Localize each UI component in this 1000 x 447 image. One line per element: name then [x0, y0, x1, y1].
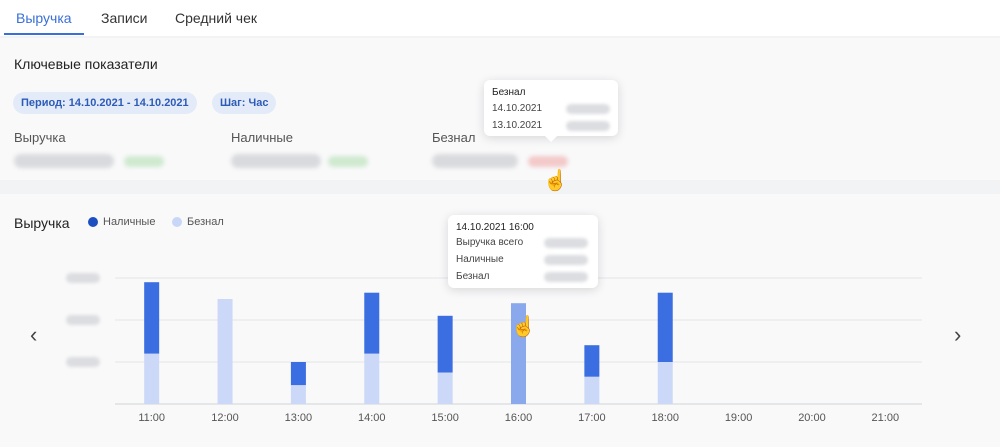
x-tick-label: 12:00 [211, 412, 239, 424]
x-tick-label: 20:00 [798, 412, 826, 424]
chart-tooltip-value-cashless-blurred [544, 272, 588, 282]
bar-cash-17:00 [584, 345, 600, 377]
y-tick-label-blurred [66, 273, 100, 283]
x-tick-label: 17:00 [578, 412, 606, 424]
kpi-revenue-label: Выручка [14, 130, 66, 145]
kpi-cashless-label: Безнал [432, 130, 476, 145]
bar-cash-13:00 [290, 362, 306, 386]
kpi-cash-delta-blurred [328, 156, 368, 167]
kpi-cash-label: Наличные [231, 130, 293, 145]
bar-cash-18:00 [657, 292, 673, 362]
kpi-tooltip-value-2-blurred [566, 121, 610, 131]
kpi-cashless-delta-blurred[interactable] [528, 156, 568, 167]
key-metrics-title: Ключевые показатели [14, 56, 158, 72]
bar-cash-11:00 [144, 282, 160, 354]
bar-cashless-13:00 [290, 385, 306, 404]
x-tick-label: 18:00 [651, 412, 679, 424]
bar-cash-15:00 [437, 315, 453, 373]
kpi-cashless-tooltip: Безнал 14.10.2021 13.10.2021 [484, 80, 618, 142]
x-tick-label: 11:00 [138, 412, 165, 424]
tab-average-check[interactable]: Средний чек [175, 10, 257, 26]
hand-pointer-icon: ☝ [543, 170, 568, 192]
y-tick-label-blurred [66, 357, 100, 367]
x-tick-label: 15:00 [431, 412, 459, 424]
chart-tooltip-value-total-blurred [544, 238, 588, 248]
kpi-tooltip-caret [545, 136, 557, 142]
bar-cashless-15:00 [437, 372, 453, 404]
kpi-tooltip-title: Безнал [492, 87, 526, 98]
kpi-revenue-value-blurred [14, 154, 114, 168]
bar-cashless-18:00 [657, 362, 673, 404]
chart-tooltip-row-total: Выручка всего [456, 237, 524, 248]
chart-hover-tooltip: 14.10.2021 16:00 Выручка всего Наличные … [448, 215, 598, 288]
step-chip[interactable]: Шаг: Час [212, 92, 277, 114]
kpi-cash-value-blurred [231, 154, 321, 168]
bar-cashless-11:00 [144, 353, 160, 404]
tab-bar: Выручка Записи Средний чек [0, 0, 1000, 36]
kpi-tooltip-row-date-2: 13.10.2021 [492, 120, 543, 131]
kpi-revenue-delta-blurred [124, 156, 164, 167]
chart-tooltip-row-cash: Наличные [456, 254, 504, 265]
kpi-tooltip-row-date-1: 14.10.2021 [492, 103, 543, 114]
kpi-tooltip-value-1-blurred [566, 104, 610, 114]
x-tick-label: 14:00 [358, 412, 386, 424]
bar-cashless-12:00 [217, 299, 233, 404]
active-tab-indicator [4, 33, 84, 35]
chart-tooltip-row-cashless: Безнал [456, 271, 490, 282]
chart-tooltip-value-cash-blurred [544, 255, 588, 265]
x-tick-label: 16:00 [505, 412, 533, 424]
x-tick-label: 21:00 [872, 412, 900, 424]
tab-records[interactable]: Записи [101, 10, 147, 26]
kpi-cashless-value-blurred [432, 154, 518, 168]
tab-revenue[interactable]: Выручка [16, 10, 72, 26]
x-tick-label: 19:00 [725, 412, 753, 424]
y-tick-label-blurred [66, 315, 100, 325]
bar-cash-14:00 [364, 292, 380, 354]
bar-cashless-14:00 [364, 353, 380, 404]
x-tick-label: 13:00 [285, 412, 313, 424]
hand-pointer-icon: ☝ [511, 316, 536, 338]
chart-tooltip-title: 14.10.2021 16:00 [456, 222, 534, 233]
period-chip[interactable]: Период: 14.10.2021 - 14.10.2021 [13, 92, 197, 114]
bar-cashless-17:00 [584, 376, 600, 404]
